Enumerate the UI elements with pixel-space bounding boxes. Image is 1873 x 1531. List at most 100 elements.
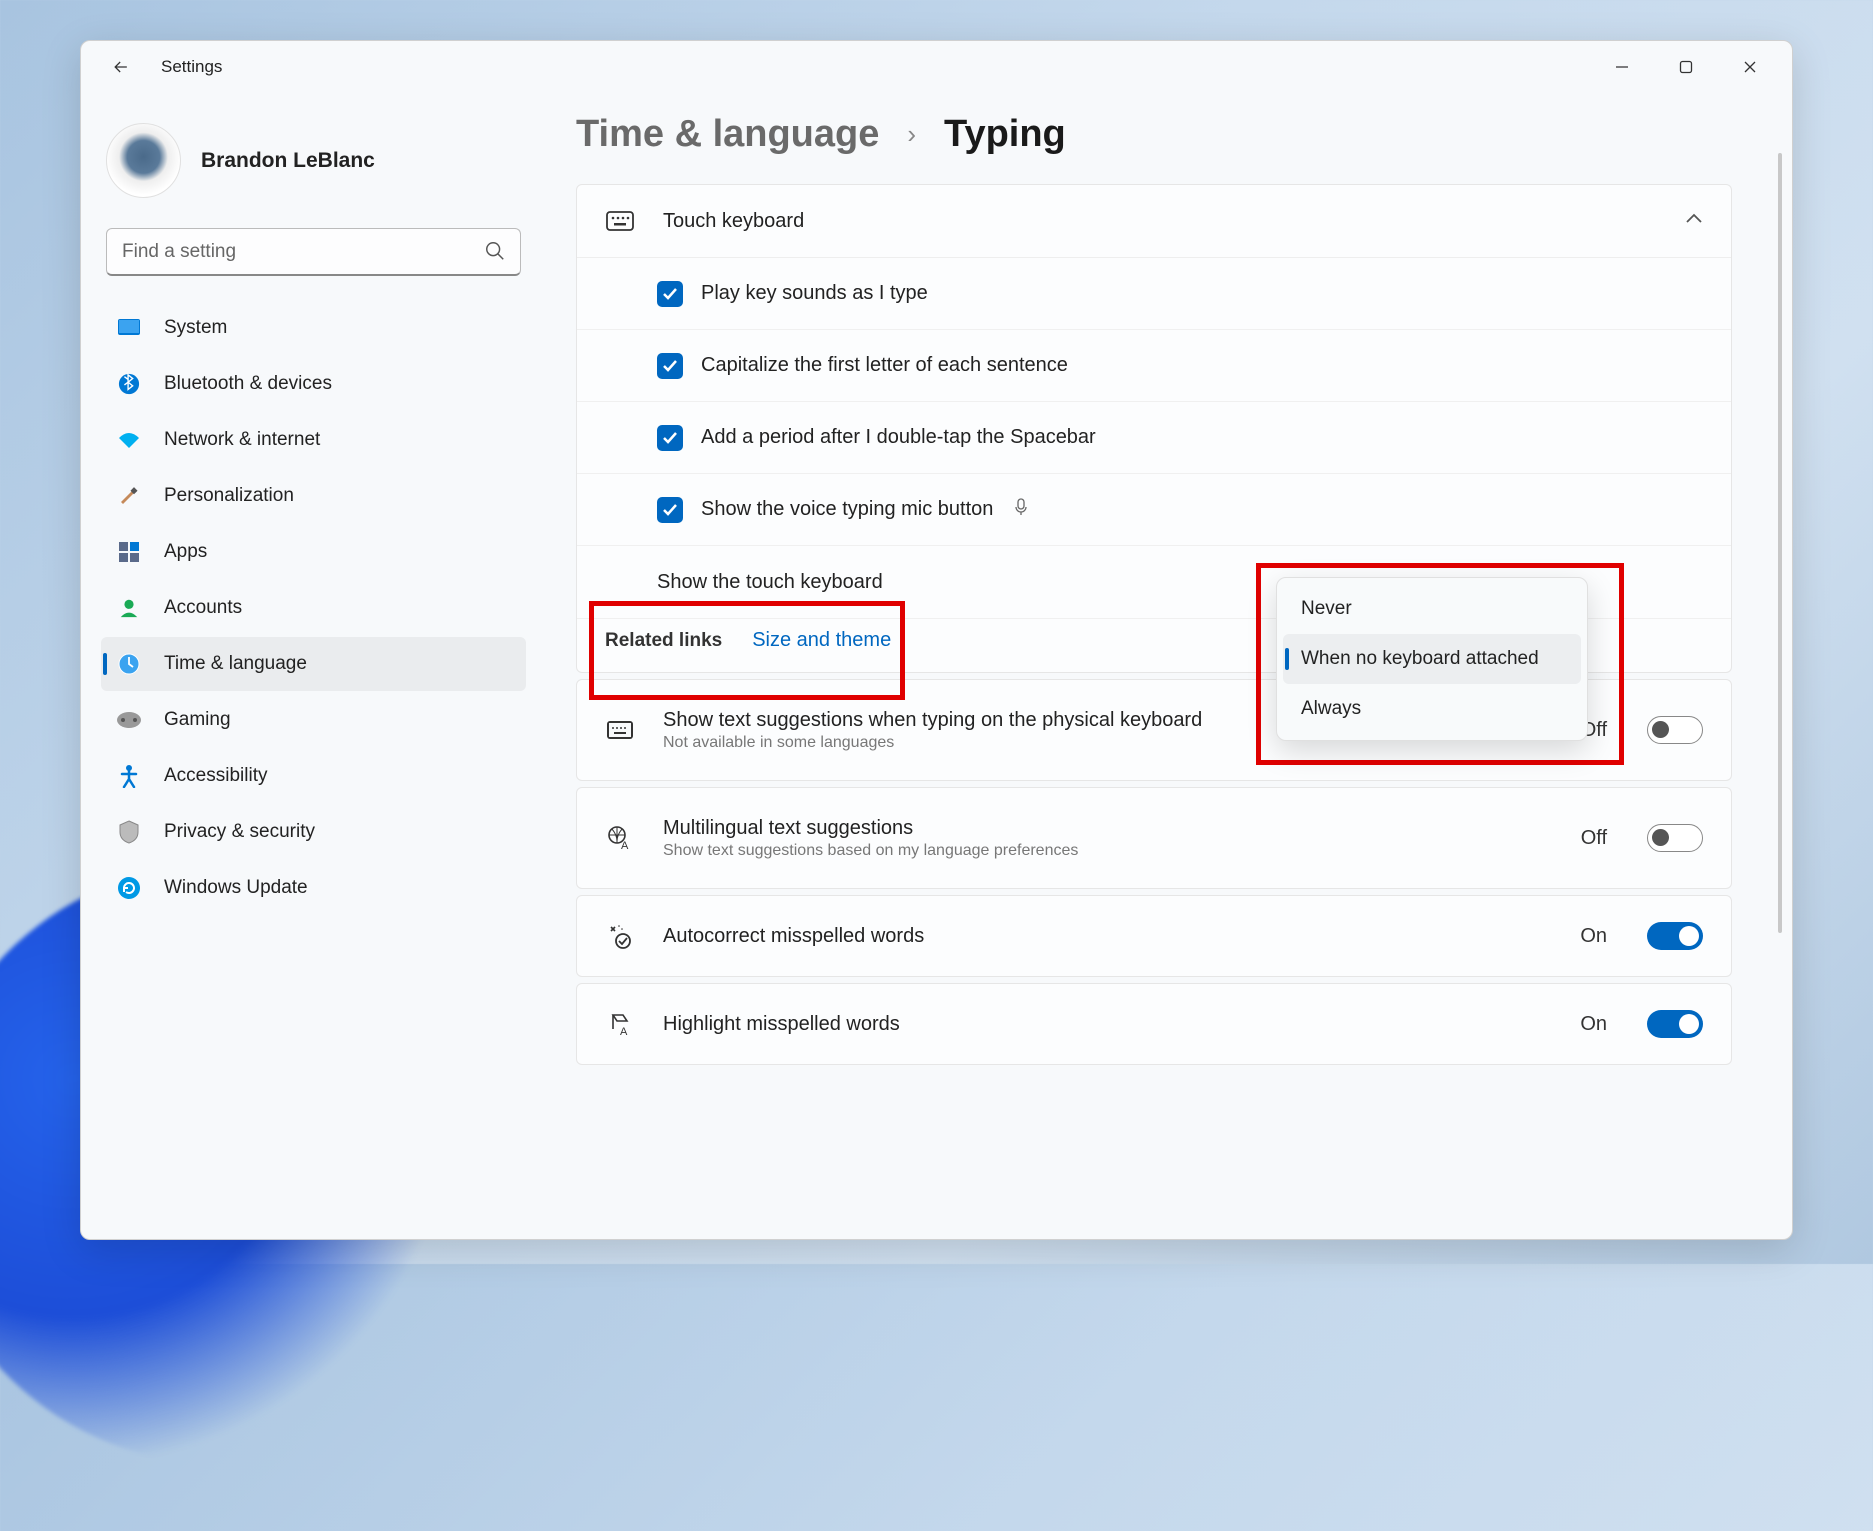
toggle-switch[interactable]: [1647, 824, 1703, 852]
card-title: Touch keyboard: [663, 210, 804, 233]
scrollbar[interactable]: [1778, 153, 1782, 933]
highlight-misspelled-card: A Highlight misspelled words On: [576, 983, 1732, 1065]
paintbrush-icon: [116, 483, 142, 509]
touch-keyboard-options: Play key sounds as I type Capitalize the…: [577, 257, 1731, 618]
nav-list: System Bluetooth & devices Network & int…: [101, 301, 526, 915]
breadcrumb: Time & language › Typing: [576, 113, 1732, 156]
dropdown-option-always[interactable]: Always: [1283, 684, 1581, 734]
display-icon: [116, 315, 142, 341]
sidebar-item-label: Accounts: [164, 597, 242, 619]
sidebar-item-windows-update[interactable]: Windows Update: [101, 861, 526, 915]
option-label: Capitalize the first letter of each sent…: [701, 354, 1068, 377]
titlebar: Settings: [81, 41, 1792, 93]
close-button[interactable]: [1718, 43, 1782, 91]
multilingual-suggestions-card: A Multilingual text suggestions Show tex…: [576, 787, 1732, 889]
profile-block[interactable]: Brandon LeBlanc: [101, 113, 526, 223]
content-area: Time & language › Typing Touch keyboard …: [536, 93, 1792, 1239]
search-wrap: [106, 228, 521, 276]
update-icon: [116, 875, 142, 901]
dropdown-option-label: Always: [1301, 698, 1361, 720]
touch-keyboard-header[interactable]: Touch keyboard: [577, 185, 1731, 257]
checkbox-checked-icon[interactable]: [657, 281, 683, 307]
sidebar-item-label: Windows Update: [164, 877, 308, 899]
shield-icon: [116, 819, 142, 845]
autocorrect-card: Autocorrect misspelled words On: [576, 895, 1732, 977]
settings-window: Settings Brandon LeBlanc System: [80, 40, 1793, 1240]
toggle-switch[interactable]: [1647, 716, 1703, 744]
checkbox-checked-icon[interactable]: [657, 425, 683, 451]
checkbox-checked-icon[interactable]: [657, 353, 683, 379]
accessibility-icon: [116, 763, 142, 789]
svg-text:A: A: [620, 1026, 628, 1037]
size-and-theme-link[interactable]: Size and theme: [752, 629, 891, 652]
option-voice-typing-mic[interactable]: Show the voice typing mic button: [577, 474, 1731, 546]
sidebar-item-gaming[interactable]: Gaming: [101, 693, 526, 747]
option-label: Add a period after I double-tap the Spac…: [701, 426, 1096, 449]
sidebar-item-time-language[interactable]: Time & language: [101, 637, 526, 691]
highlight-icon: A: [605, 1011, 635, 1037]
bluetooth-icon: [116, 371, 142, 397]
breadcrumb-current: Typing: [944, 113, 1066, 156]
clock-globe-icon: [116, 651, 142, 677]
toggle-state: Off: [1581, 827, 1607, 850]
gamepad-icon: [116, 707, 142, 733]
dropdown-option-when-no-keyboard[interactable]: When no keyboard attached: [1283, 634, 1581, 684]
sidebar-item-personalization[interactable]: Personalization: [101, 469, 526, 523]
app-title: Settings: [161, 57, 222, 77]
toggle-switch[interactable]: [1647, 1010, 1703, 1038]
autocorrect-icon: [605, 923, 635, 949]
apps-icon: [116, 539, 142, 565]
back-button[interactable]: [106, 52, 136, 82]
sidebar-item-label: Time & language: [164, 653, 307, 675]
sidebar-item-label: Bluetooth & devices: [164, 373, 332, 395]
chevron-up-icon: [1685, 212, 1703, 230]
sidebar-item-label: System: [164, 317, 227, 339]
dropdown-option-never[interactable]: Never: [1283, 584, 1581, 634]
keyboard-icon: [605, 720, 635, 740]
autocorrect-row[interactable]: Autocorrect misspelled words On: [577, 896, 1731, 976]
toggle-state: On: [1580, 925, 1607, 948]
breadcrumb-parent[interactable]: Time & language: [576, 113, 879, 156]
setting-label: Highlight misspelled words: [663, 1013, 1552, 1036]
setting-label: Multilingual text suggestions: [663, 817, 1553, 840]
sidebar-item-label: Apps: [164, 541, 207, 563]
checkbox-checked-icon[interactable]: [657, 497, 683, 523]
sidebar-item-label: Privacy & security: [164, 821, 315, 843]
chevron-right-icon: ›: [907, 119, 916, 150]
search-icon: [484, 240, 506, 267]
sidebar: Brandon LeBlanc System Bluetooth & devic…: [81, 93, 536, 1239]
sidebar-item-network[interactable]: Network & internet: [101, 413, 526, 467]
maximize-button[interactable]: [1654, 43, 1718, 91]
microphone-icon: [1014, 498, 1028, 522]
option-label: Show the touch keyboard: [657, 571, 883, 594]
setting-label: Autocorrect misspelled words: [663, 925, 1552, 948]
minimize-button[interactable]: [1590, 43, 1654, 91]
dropdown-option-label: Never: [1301, 598, 1352, 620]
sidebar-item-privacy[interactable]: Privacy & security: [101, 805, 526, 859]
sidebar-item-bluetooth[interactable]: Bluetooth & devices: [101, 357, 526, 411]
sidebar-item-label: Personalization: [164, 485, 294, 507]
dropdown-option-label: When no keyboard attached: [1301, 648, 1539, 670]
option-play-key-sounds[interactable]: Play key sounds as I type: [577, 258, 1731, 330]
option-capitalize-first[interactable]: Capitalize the first letter of each sent…: [577, 330, 1731, 402]
sidebar-item-system[interactable]: System: [101, 301, 526, 355]
user-name: Brandon LeBlanc: [201, 149, 375, 173]
multilingual-suggestions-row[interactable]: A Multilingual text suggestions Show tex…: [577, 788, 1731, 888]
option-label: Play key sounds as I type: [701, 282, 928, 305]
svg-text:A: A: [621, 840, 629, 851]
setting-description: Show text suggestions based on my langua…: [663, 842, 1553, 860]
wifi-icon: [116, 427, 142, 453]
sidebar-item-label: Gaming: [164, 709, 231, 731]
sidebar-item-apps[interactable]: Apps: [101, 525, 526, 579]
option-label: Show the voice typing mic button: [701, 498, 993, 521]
avatar: [106, 123, 181, 198]
option-add-period[interactable]: Add a period after I double-tap the Spac…: [577, 402, 1731, 474]
globe-translate-icon: A: [605, 825, 635, 851]
search-input[interactable]: [106, 228, 521, 276]
person-icon: [116, 595, 142, 621]
sidebar-item-accounts[interactable]: Accounts: [101, 581, 526, 635]
sidebar-item-accessibility[interactable]: Accessibility: [101, 749, 526, 803]
toggle-switch[interactable]: [1647, 922, 1703, 950]
highlight-misspelled-row[interactable]: A Highlight misspelled words On: [577, 984, 1731, 1064]
toggle-state: On: [1580, 1013, 1607, 1036]
